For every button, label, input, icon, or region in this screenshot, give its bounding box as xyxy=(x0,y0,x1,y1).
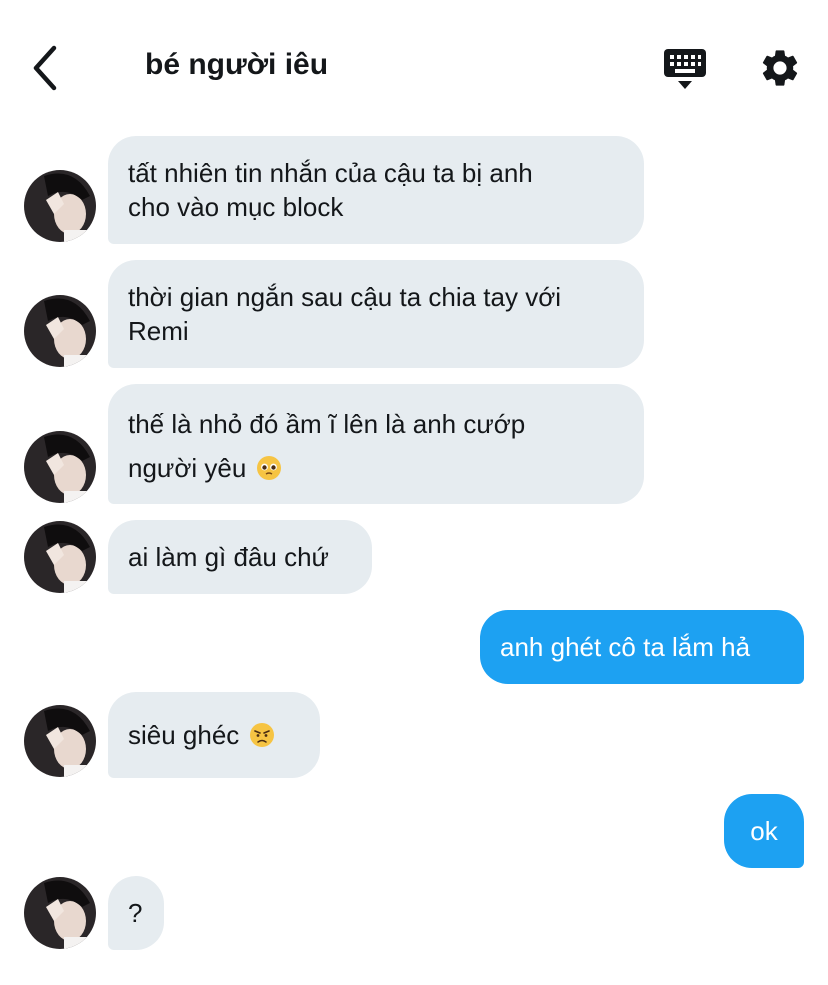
message-bubble-outgoing[interactable]: anh ghét cô ta lắm hả xyxy=(480,610,804,684)
avatar[interactable] xyxy=(24,521,96,593)
keyboard-icon xyxy=(664,49,706,89)
message-text-line: anh ghét cô ta lắm hả xyxy=(500,632,751,662)
avatar[interactable] xyxy=(24,705,96,777)
avatar[interactable] xyxy=(24,170,96,242)
message-text-line: ? xyxy=(128,898,143,928)
message-bubble-incoming[interactable]: ? xyxy=(108,876,164,950)
conversation-title: bé người iêu xyxy=(145,48,329,81)
message-text-line: thời gian ngắn sau cậu ta chia tay với xyxy=(128,282,562,312)
chat-header: bé người iêu xyxy=(0,0,828,120)
message-bubble-incoming[interactable]: tất nhiên tin nhắn của cậu ta bị anh cho… xyxy=(108,136,644,244)
message-bubble-incoming[interactable]: thời gian ngắn sau cậu ta chia tay với R… xyxy=(108,260,644,368)
message-bubble-outgoing[interactable]: ok xyxy=(724,794,804,868)
message-bubble-incoming[interactable]: ai làm gì đâu chứ xyxy=(108,520,372,594)
message-text-line: ai làm gì đâu chứ xyxy=(128,542,329,572)
chevron-left-icon xyxy=(33,45,57,91)
avatar[interactable] xyxy=(24,877,96,949)
gear-icon xyxy=(762,50,798,86)
message-text-line: siêu ghéc xyxy=(128,720,240,750)
settings-button[interactable] xyxy=(758,46,802,90)
pleading-face-emoji xyxy=(256,456,281,480)
back-button[interactable] xyxy=(26,44,66,92)
message-bubble-incoming[interactable]: siêu ghéc xyxy=(108,692,320,778)
avatar[interactable] xyxy=(24,431,96,503)
message-text-line: cho vào mục block xyxy=(128,192,344,222)
message-bubble-incoming[interactable]: thế là nhỏ đó ầm ĩ lên là anh cướp người… xyxy=(108,384,644,504)
avatar[interactable] xyxy=(24,295,96,367)
message-text-line: ok xyxy=(750,816,778,846)
message-text-line: Remi xyxy=(128,316,189,346)
message-text-line: tất nhiên tin nhắn của cậu ta bị anh xyxy=(128,158,533,188)
angry-face-emoji xyxy=(249,723,274,747)
message-text-line: thế là nhỏ đó ầm ĩ lên là anh cướp xyxy=(128,409,526,439)
message-text-line: người yêu xyxy=(128,453,247,483)
keyboard-button[interactable] xyxy=(662,46,708,92)
